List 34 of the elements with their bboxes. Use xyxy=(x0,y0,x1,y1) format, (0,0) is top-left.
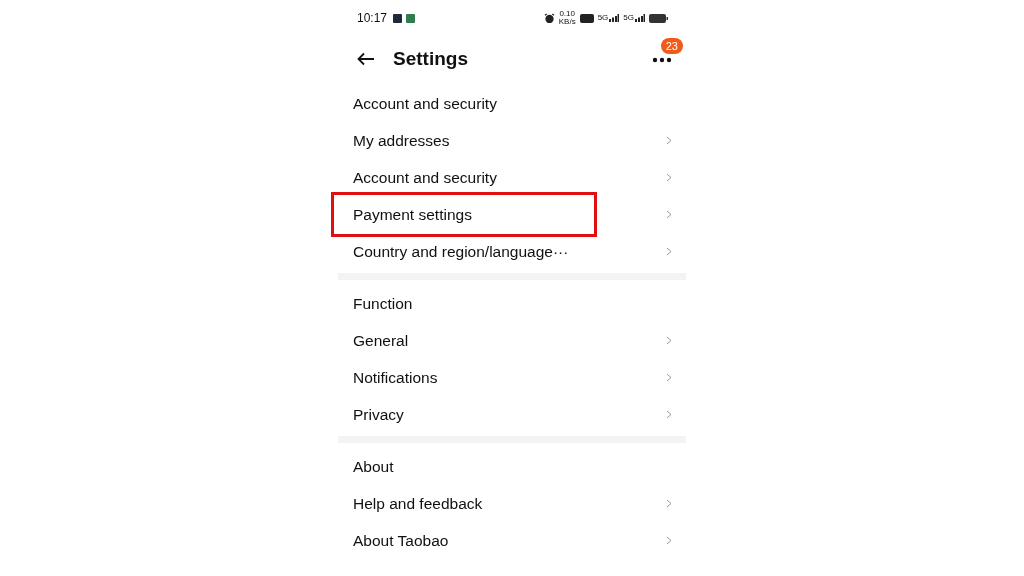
settings-item[interactable]: Country and region/language··· xyxy=(338,233,686,270)
alarm-icon xyxy=(543,12,555,24)
settings-item[interactable]: Privacy xyxy=(338,396,686,433)
settings-item[interactable]: Account and security xyxy=(338,159,686,196)
network-label: 5G xyxy=(597,14,609,22)
battery-icon xyxy=(649,13,668,23)
page-title: Settings xyxy=(393,48,468,70)
chevron-right-icon xyxy=(666,373,672,382)
network-speed: 0.10 KB/s xyxy=(558,10,576,26)
signal-icon xyxy=(635,14,645,22)
chevron-right-icon xyxy=(666,499,672,508)
chevron-right-icon xyxy=(666,210,672,219)
settings-item[interactable]: Notifications xyxy=(338,359,686,396)
chevron-right-icon xyxy=(666,536,672,545)
more-button[interactable] xyxy=(650,55,674,65)
settings-item[interactable]: General xyxy=(338,322,686,359)
signal-icon xyxy=(609,14,620,22)
chevron-right-icon xyxy=(666,410,672,419)
chevron-right-icon xyxy=(666,336,672,345)
status-time: 10:17 xyxy=(357,11,388,25)
hd-icon xyxy=(579,13,594,23)
settings-item[interactable]: My addresses xyxy=(338,122,686,159)
notification-badge: 23 xyxy=(660,38,683,54)
back-button[interactable] xyxy=(355,50,377,68)
settings-item[interactable]: Payment settings xyxy=(338,196,686,233)
chevron-right-icon xyxy=(666,247,672,256)
settings-item[interactable]: About Taobao xyxy=(338,522,686,559)
settings-item[interactable]: Help and feedback xyxy=(338,485,686,522)
network-label: 5G xyxy=(623,14,634,22)
section-heading: Account and security xyxy=(352,94,498,114)
chevron-right-icon xyxy=(666,136,672,145)
section-heading: Function xyxy=(352,294,414,314)
section-heading: About xyxy=(352,457,395,477)
chevron-right-icon xyxy=(666,173,672,182)
